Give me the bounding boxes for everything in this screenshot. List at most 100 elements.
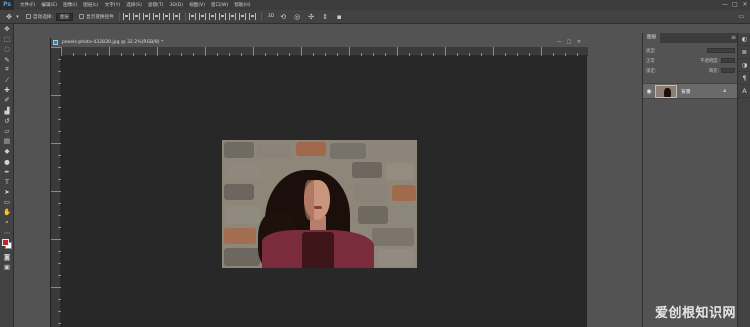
pen-icon[interactable]: ✒	[0, 167, 14, 177]
stone	[358, 206, 388, 224]
brush-icon[interactable]: ✐	[0, 95, 14, 105]
3d-rotate-icon[interactable]: ⟲	[278, 12, 288, 22]
3d-roll-icon[interactable]: ◎	[292, 12, 302, 22]
minimize-button[interactable]: —	[720, 0, 730, 10]
3d-drag-icon[interactable]: ✣	[306, 12, 316, 22]
menu-edit[interactable]: 编辑(E)	[41, 2, 57, 8]
tool-preset-chevron-icon[interactable]: ▾	[15, 12, 20, 22]
menu-file[interactable]: 文件(F)	[20, 2, 35, 8]
distribute-hcenter-icon[interactable]	[228, 13, 236, 20]
screen-mode-icon[interactable]: ▣	[0, 262, 14, 272]
align-bottom-icon[interactable]	[142, 13, 150, 20]
auto-select-dropdown[interactable]: 图层	[55, 12, 74, 21]
horizontal-ruler[interactable]	[61, 47, 588, 56]
auto-select-checkbox[interactable]	[26, 14, 31, 19]
menu-type[interactable]: 文字(Y)	[105, 2, 121, 8]
ruler-tick	[301, 47, 302, 56]
history-brush-icon[interactable]: ↺	[0, 116, 14, 126]
align-vcenter-icon[interactable]	[132, 13, 140, 20]
quick-select-icon[interactable]: ✎	[0, 55, 14, 65]
filter-icons[interactable]	[707, 48, 735, 53]
character-panel-icon[interactable]: A	[738, 85, 750, 98]
tab-layers[interactable]: 图层	[643, 33, 661, 43]
path-select-icon[interactable]: ➤	[0, 187, 14, 197]
move-icon[interactable]: ✥	[0, 24, 14, 34]
ruler-tick	[97, 53, 98, 56]
menu-3d[interactable]: 3D(D)	[169, 3, 183, 8]
lasso-icon[interactable]: ◌	[0, 44, 14, 54]
doc-maximize-button[interactable]: □	[564, 38, 574, 47]
watermark: 爱创根知识网	[654, 306, 736, 321]
menu-view[interactable]: 视图(V)	[189, 2, 205, 8]
crop-icon[interactable]: ⌗	[0, 65, 14, 75]
stamp-icon[interactable]: ▟	[0, 106, 14, 116]
menu-image[interactable]: 图像(I)	[63, 2, 77, 8]
ruler-tick	[361, 53, 362, 56]
canvas-image[interactable]	[222, 140, 417, 268]
document-tab[interactable]: pexels-photo-432830.jpg @ 32.2%(RGB/8) *…	[51, 38, 588, 47]
tools-panel: ✥ ⬚ ◌ ✎ ⌗ ⁄ ✚ ✐ ▟ ↺ ▱ ▤ ◆ ● ✒ T ➤ ▭ ✋ ⌕ …	[0, 24, 14, 327]
auto-align-icon[interactable]	[248, 13, 256, 20]
dodge-icon[interactable]: ●	[0, 156, 14, 166]
doc-close-button[interactable]: ✕	[574, 38, 584, 47]
distribute-top-icon[interactable]	[188, 13, 196, 20]
show-transform-checkbox[interactable]	[79, 14, 85, 19]
eye-icon[interactable]: ◉	[645, 88, 653, 95]
eraser-icon[interactable]: ▱	[0, 126, 14, 136]
3d-slide-icon[interactable]: ⇕	[320, 12, 330, 22]
workspace-switcher-icon[interactable]: ▭	[738, 13, 744, 20]
stone	[378, 249, 414, 266]
ruler-tick	[277, 53, 278, 56]
distribute-right-icon[interactable]	[238, 13, 246, 20]
color-panel-icon[interactable]: ◐	[738, 33, 750, 46]
healing-icon[interactable]: ✚	[0, 85, 14, 95]
menu-help[interactable]: 帮助(H)	[234, 2, 250, 8]
align-right-icon[interactable]	[172, 13, 180, 20]
move-tool-icon[interactable]: ✥	[4, 12, 14, 22]
ruler-tick	[51, 143, 61, 144]
layer-name: 背景	[681, 89, 691, 95]
layer-row[interactable]: ◉ 背景 🔒︎	[643, 83, 738, 99]
more-tools-icon[interactable]: ⋯	[0, 228, 14, 238]
maximize-button[interactable]: □	[730, 0, 740, 10]
gradient-icon[interactable]: ▤	[0, 136, 14, 146]
adjustments-panel-icon[interactable]: ◑	[738, 59, 750, 72]
menu-select[interactable]: 选择(S)	[126, 2, 142, 8]
panel-menu-icon[interactable]: ≡	[731, 33, 736, 43]
distribute-left-icon[interactable]	[218, 13, 226, 20]
menu-window[interactable]: 窗口(W)	[211, 2, 228, 8]
ruler-tick	[169, 53, 170, 56]
align-hcenter-icon[interactable]	[162, 13, 170, 20]
kind-filter-label[interactable]: 类型	[646, 48, 655, 54]
blend-mode-dropdown[interactable]: 正常	[646, 58, 655, 64]
hand-icon[interactable]: ✋	[0, 207, 14, 217]
quick-mask-icon[interactable]: ◙	[0, 252, 14, 262]
distribute-vcenter-icon[interactable]	[198, 13, 206, 20]
blur-icon[interactable]: ◆	[0, 146, 14, 156]
menu-layer[interactable]: 图层(L)	[83, 2, 98, 8]
eyedropper-icon[interactable]: ⁄	[0, 75, 14, 85]
doc-minimize-button[interactable]: —	[554, 38, 564, 47]
foreground-color-swatch[interactable]	[2, 238, 9, 246]
ruler-tick	[133, 53, 134, 56]
opacity-field[interactable]	[721, 58, 735, 63]
zoom-icon[interactable]: ⌕	[0, 218, 14, 228]
vertical-ruler[interactable]	[51, 47, 61, 327]
rectangle-icon[interactable]: ▭	[0, 197, 14, 207]
type-icon[interactable]: T	[0, 177, 14, 187]
align-left-icon[interactable]	[152, 13, 160, 20]
fill-field[interactable]	[721, 68, 735, 73]
properties-panel-icon[interactable]: ≣	[738, 46, 750, 59]
align-top-icon[interactable]	[122, 13, 130, 20]
lock-icon: 🔒︎	[723, 88, 726, 94]
close-button[interactable]: ✕	[740, 0, 750, 10]
menu-filter[interactable]: 滤镜(T)	[148, 2, 164, 8]
paragraph-panel-icon[interactable]: ¶	[738, 72, 750, 85]
3d-scale-icon[interactable]: ▪	[334, 12, 344, 22]
separator	[260, 12, 262, 21]
ruler-tick	[58, 59, 61, 60]
distribute-bottom-icon[interactable]	[208, 13, 216, 20]
marquee-icon[interactable]: ⬚	[0, 34, 14, 44]
fill-label: 填充:	[708, 68, 719, 74]
ruler-tick	[337, 53, 338, 56]
